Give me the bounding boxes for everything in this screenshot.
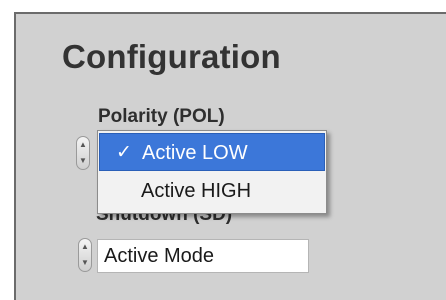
up-arrow-icon[interactable]: ▲ (79, 141, 87, 149)
menu-item-label: Active HIGH (141, 180, 252, 202)
up-arrow-icon[interactable]: ▲ (81, 243, 89, 251)
polarity-label: Polarity (POL) (98, 106, 225, 127)
down-arrow-icon[interactable]: ▼ (81, 259, 89, 267)
panel-title: Configuration (62, 38, 281, 75)
polarity-dropdown-menu: ✓ Active LOW Active HIGH (97, 130, 327, 214)
menu-item-active-high[interactable]: Active HIGH (99, 172, 325, 210)
menu-item-label: Active LOW (142, 142, 248, 164)
down-arrow-icon[interactable]: ▼ (79, 157, 87, 165)
shutdown-ring-field[interactable]: Active Mode (97, 239, 309, 273)
shutdown-stepper[interactable]: ▲ ▼ (78, 238, 92, 272)
checkmark-icon: ✓ (116, 142, 132, 163)
menu-item-active-low[interactable]: ✓ Active LOW (99, 133, 325, 171)
polarity-stepper[interactable]: ▲ ▼ (76, 136, 90, 170)
